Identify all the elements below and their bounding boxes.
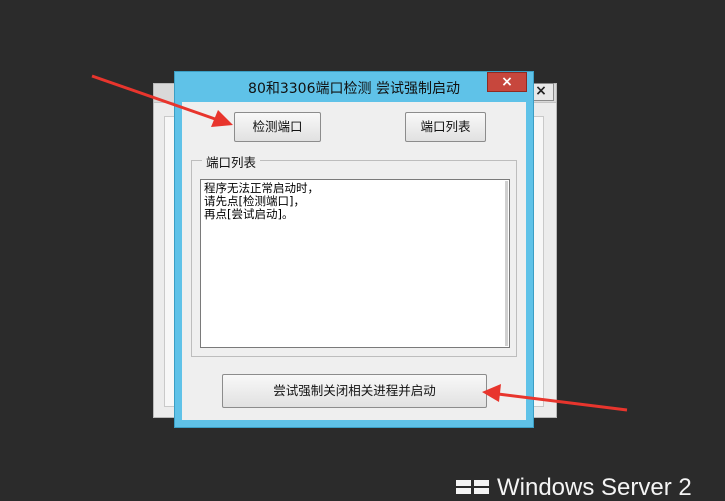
dialog-titlebar[interactable]: 80和3306端口检测 尝试强制启动 × <box>175 72 533 102</box>
dialog-title: 80和3306端口检测 尝试强制启动 <box>248 81 460 97</box>
port-list-button[interactable]: 端口列表 <box>405 112 486 142</box>
textarea-scrollbar[interactable] <box>505 181 508 346</box>
text-line: 再点[尝试启动]。 <box>204 207 294 221</box>
force-start-button[interactable]: 尝试强制关闭相关进程并启动 <box>222 374 487 408</box>
port-list-groupbox: 端口列表 程序无法正常启动时， 请先点[检测端口]， 再点[尝试启动]。 <box>191 152 517 357</box>
windows-logo-icon <box>456 480 492 494</box>
groupbox-label: 端口列表 <box>202 152 261 171</box>
port-list-textarea[interactable]: 程序无法正常启动时， 请先点[检测端口]， 再点[尝试启动]。 <box>200 179 510 348</box>
dialog-client-area: 检测端口 端口列表 端口列表 程序无法正常启动时， 请先点[检测端口]， 再点[… <box>182 102 526 420</box>
close-icon: × <box>501 74 513 90</box>
windows-watermark-text: Windows Server 2 <box>497 474 692 501</box>
close-button[interactable]: × <box>487 72 527 92</box>
detect-ports-button[interactable]: 检测端口 <box>234 112 321 142</box>
port-check-dialog: 80和3306端口检测 尝试强制启动 × 检测端口 端口列表 端口列表 程序无法… <box>174 71 534 428</box>
